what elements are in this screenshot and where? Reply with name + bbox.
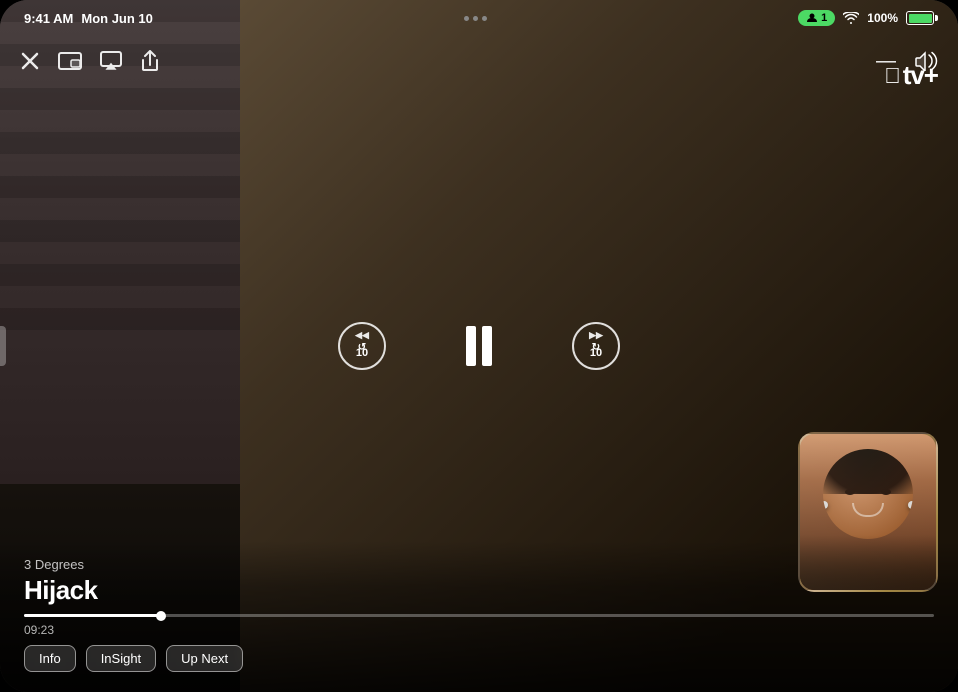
pip-icon <box>58 51 82 71</box>
status-dot <box>464 16 469 21</box>
battery-icon <box>906 11 934 25</box>
facetime-thumbnail[interactable] <box>798 432 938 592</box>
status-date: Mon Jun 10 <box>81 11 153 26</box>
apple-symbol:  <box>884 63 900 89</box>
person-badge: 1 <box>798 10 835 26</box>
facetime-person-video <box>800 434 936 590</box>
pause-button[interactable] <box>466 326 492 366</box>
info-button[interactable]: Info <box>24 645 76 672</box>
share-button[interactable] <box>140 50 160 72</box>
airplay-button[interactable] <box>100 51 122 71</box>
status-right: 1 100% <box>798 10 934 26</box>
bottom-buttons: Info InSight Up Next <box>24 645 934 672</box>
progress-container[interactable]: 09:23 <box>24 614 934 637</box>
room-bg <box>800 434 936 590</box>
apple-tv-logo:  tv+ <box>884 60 938 91</box>
status-time: 9:41 AM <box>24 11 73 26</box>
top-controls: — <box>0 36 958 86</box>
forward-seconds: 10 <box>590 347 602 359</box>
battery-percent: 100% <box>867 11 898 25</box>
rewind-button[interactable]: ↺ 10 <box>338 322 386 370</box>
wifi-icon <box>843 12 859 24</box>
progress-bar[interactable] <box>24 614 934 617</box>
pause-bar-right <box>482 326 492 366</box>
sidebar-handle[interactable] <box>0 326 6 366</box>
pause-bar-left <box>466 326 476 366</box>
status-bar: 9:41 AM Mon Jun 10 1 100% <box>0 0 958 36</box>
share-icon <box>140 50 160 72</box>
close-button[interactable] <box>20 51 40 71</box>
status-dot <box>473 16 478 21</box>
progress-fill <box>24 614 161 617</box>
up-next-button[interactable]: Up Next <box>166 645 243 672</box>
battery-indicator <box>906 11 934 25</box>
close-icon <box>20 51 40 71</box>
person-icon <box>806 12 818 24</box>
center-controls: ↺ 10 ↻ 10 <box>338 322 620 370</box>
top-left-controls <box>20 50 160 72</box>
time-elapsed: 09:23 <box>24 623 934 637</box>
insight-button[interactable]: InSight <box>86 645 156 672</box>
ipad-frame: 9:41 AM Mon Jun 10 1 100% <box>0 0 958 692</box>
pip-button[interactable] <box>58 51 82 71</box>
status-dot <box>482 16 487 21</box>
airplay-icon <box>100 51 122 71</box>
progress-dot <box>156 611 166 621</box>
battery-fill <box>909 14 932 23</box>
status-center <box>464 16 487 21</box>
person-count: 1 <box>821 12 827 24</box>
rewind-seconds: 10 <box>356 347 368 359</box>
tv-plus-text: tv+ <box>903 60 938 91</box>
status-left: 9:41 AM Mon Jun 10 <box>24 11 153 26</box>
forward-button[interactable]: ↻ 10 <box>572 322 620 370</box>
